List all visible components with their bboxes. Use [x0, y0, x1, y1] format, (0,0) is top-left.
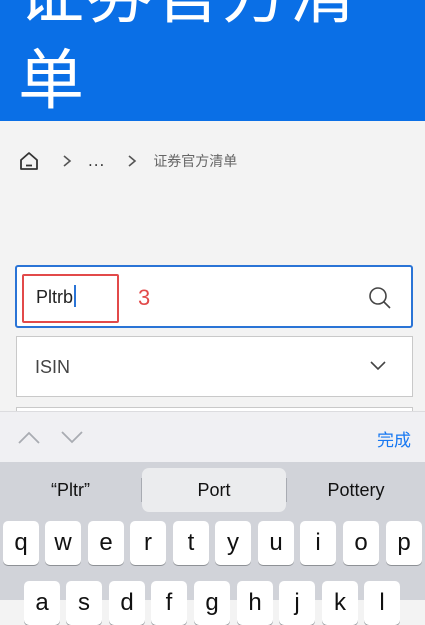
key[interactable]: p — [386, 521, 422, 565]
identifier-type-select[interactable]: ISIN — [16, 336, 413, 397]
key[interactable]: t — [173, 521, 209, 565]
done-button[interactable]: 完成 — [377, 426, 411, 451]
breadcrumb: ... 证券官方清单 — [18, 148, 237, 174]
annotation-label: 3 — [138, 285, 151, 310]
key[interactable]: w — [45, 521, 81, 565]
key[interactable]: y — [215, 521, 251, 565]
select-value: ISIN — [35, 357, 71, 377]
key[interactable]: f — [151, 581, 187, 625]
keyboard-accessory-bar: 完成 — [0, 411, 425, 463]
chevron-down-icon — [370, 361, 386, 371]
chevron-up-icon[interactable] — [18, 431, 40, 444]
keyboard: “Pltr” Port Pottery q w e r t y u i o p … — [0, 462, 425, 625]
key[interactable]: e — [88, 521, 124, 565]
key[interactable]: u — [258, 521, 294, 565]
chevron-right-icon — [128, 155, 137, 167]
key[interactable]: h — [237, 581, 273, 625]
key[interactable]: g — [194, 581, 230, 625]
search-icon[interactable] — [367, 285, 393, 311]
suggestion-divider — [286, 478, 287, 502]
key[interactable]: j — [279, 581, 315, 625]
key[interactable]: a — [24, 581, 60, 625]
key[interactable]: i — [300, 521, 336, 565]
breadcrumb-current: 证券官方清单 — [153, 154, 238, 170]
chevron-right-icon — [63, 155, 72, 167]
page-header: 证券官方清单 — [0, 0, 425, 121]
key[interactable]: d — [109, 581, 145, 625]
home-icon[interactable] — [18, 150, 40, 172]
suggestion-item[interactable]: Pottery — [287, 468, 425, 512]
suggestion-item[interactable]: “Pltr” — [0, 468, 141, 512]
key[interactable]: s — [66, 581, 102, 625]
suggestion-bar: “Pltr” Port Pottery — [0, 462, 425, 518]
chevron-down-icon[interactable] — [61, 431, 83, 444]
key[interactable]: l — [364, 581, 400, 625]
key[interactable]: r — [130, 521, 166, 565]
breadcrumb-ellipsis[interactable]: ... — [88, 152, 105, 170]
suggestion-item[interactable]: Port — [142, 468, 286, 512]
page-title: 证券官方清单 — [18, 0, 356, 119]
key[interactable]: o — [343, 521, 379, 565]
annotation-box — [22, 274, 119, 323]
key[interactable]: q — [3, 521, 39, 565]
suggestion-divider — [141, 478, 142, 502]
key[interactable]: k — [322, 581, 358, 625]
